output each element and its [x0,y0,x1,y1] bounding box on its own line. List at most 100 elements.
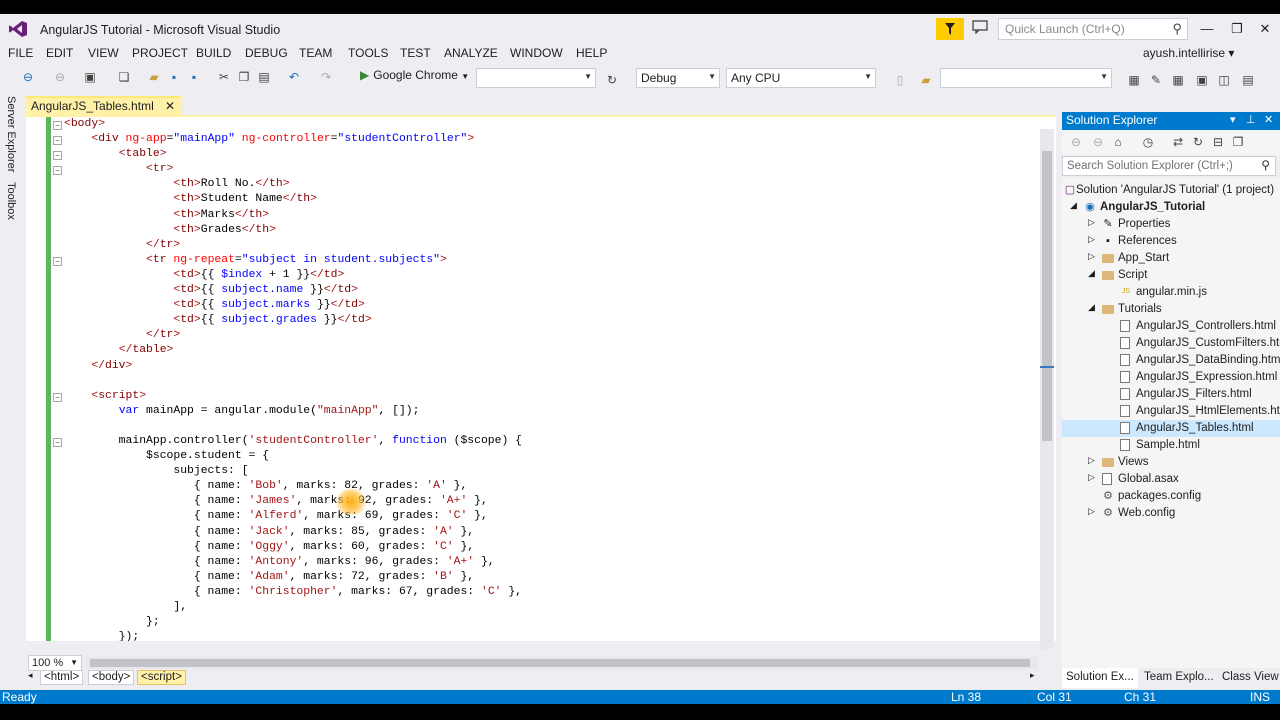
menu-file[interactable]: FILE [8,46,33,60]
collapse-toggle-script[interactable]: − [53,393,62,402]
code-line[interactable]: <tr> [64,162,522,177]
collapse-all-icon[interactable]: ⊟ [1210,134,1226,150]
code-line[interactable]: <td>{{ subject.name }}</td> [64,283,522,298]
tree-item[interactable]: ⚙ packages.config [1062,488,1280,505]
menu-debug[interactable]: DEBUG [245,46,288,60]
solution-explorer-search-input[interactable]: Search Solution Explorer (Ctrl+;) ⚲ [1062,156,1276,176]
code-line[interactable]: <th>Student Name</th> [64,192,522,207]
code-line[interactable]: <div ng-app="mainApp" ng-controller="stu… [64,132,522,147]
collapse-toggle-body[interactable]: − [53,121,62,130]
code-line[interactable]: <script> [64,389,522,404]
code-line[interactable]: </table> [64,343,522,358]
menu-window[interactable]: WINDOW [510,46,563,60]
properties-wrench-icon[interactable]: ✎ [1148,72,1164,88]
menu-test[interactable]: TEST [400,46,431,60]
code-line[interactable]: { name: 'Alferd', marks: 69, grades: 'C'… [64,509,522,524]
redo-icon[interactable]: ↷ [318,69,334,85]
code-line[interactable]: <th>Marks</th> [64,208,522,223]
code-line[interactable]: <td>{{ $index + 1 }}</td> [64,268,522,283]
code-line[interactable]: { name: 'Antony', marks: 96, grades: 'A+… [64,555,522,570]
code-line[interactable]: <th>Grades</th> [64,223,522,238]
tree-item[interactable]: ▷ App_Start [1062,250,1280,267]
tab-team-explorer[interactable]: Team Explo... [1140,668,1218,688]
tree-item[interactable]: Sample.html [1062,437,1280,454]
expand-arrow-icon[interactable]: ▷ [1088,251,1095,262]
new-solution-explorer-icon[interactable]: ▣ [82,69,98,85]
new-project-icon[interactable]: ❏ [116,69,132,85]
tree-item[interactable]: ◢ Tutorials [1062,301,1280,318]
cut-icon[interactable]: ✂ [216,69,232,85]
code-line[interactable]: subjects: [ [64,464,522,479]
collapse-arrow-icon[interactable]: ◢ [1088,268,1095,279]
quick-launch-input[interactable]: Quick Launch (Ctrl+Q) ⚲ [998,18,1188,40]
code-line[interactable]: }; [64,615,522,630]
undo-icon[interactable]: ↶ [286,69,302,85]
code-line[interactable]: $scope.student = { [64,449,522,464]
collapse-arrow-icon[interactable]: ◢ [1088,302,1095,313]
navigate-back-icon[interactable]: ⊖ [20,69,36,85]
tab-class-view[interactable]: Class View [1218,668,1280,688]
tree-item[interactable]: AngularJS_Tables.html [1062,420,1280,437]
collapse-toggle-controller[interactable]: − [53,438,62,447]
breadcrumb-right-arrow-icon[interactable]: ▸ [1030,670,1035,681]
code-line[interactable]: { name: 'Bob', marks: 82, grades: 'A' }, [64,479,522,494]
breadcrumb-script[interactable]: <script> [137,670,186,685]
refresh-icon[interactable]: ↻ [1190,134,1206,150]
tree-item[interactable]: AngularJS_Filters.html [1062,386,1280,403]
zoom-combo[interactable]: 100 % ▼ [28,655,82,671]
feedback-icon[interactable] [972,20,992,38]
code-line[interactable]: { name: 'James', marks: 92, grades: 'A+'… [64,494,522,509]
tree-item[interactable]: ▷ Views [1062,454,1280,471]
server-explorer-tab[interactable]: Server Explorer [5,96,17,172]
code-line[interactable]: ], [64,600,522,615]
tree-item[interactable]: AngularJS_Controllers.html [1062,318,1280,335]
sync-icon[interactable]: ⇄ [1170,134,1186,150]
tree-item[interactable]: ▷ ⚙ Web.config [1062,505,1280,522]
close-window-button[interactable]: ✕ [1250,18,1280,40]
tree-item[interactable]: ▷ ✎ Properties [1062,216,1280,233]
code-line[interactable]: { name: 'Jack', marks: 85, grades: 'A' }… [64,525,522,540]
copy-icon[interactable]: ❐ [236,69,252,85]
code-line[interactable]: <td>{{ subject.grades }}</td> [64,313,522,328]
toolbox-tab[interactable]: Toolbox [5,182,17,220]
browser-link-icon[interactable]: ▦ [1126,72,1142,88]
menu-project[interactable]: PROJECT [132,46,188,60]
code-line[interactable]: </tr> [64,328,522,343]
forward-icon[interactable]: ⊖ [1090,134,1106,150]
tree-item[interactable]: ◢ ◉ AngularJS_Tutorial [1062,199,1280,216]
scrollbar-thumb[interactable] [1042,151,1052,441]
editor-horizontal-scrollbar[interactable] [86,657,1038,669]
expand-arrow-icon[interactable]: ▷ [1088,234,1095,245]
server-explorer-icon[interactable]: ▣ [1194,72,1210,88]
tree-item[interactable]: ▢ Solution 'AngularJS Tutorial' (1 projec… [1062,182,1280,199]
tree-item[interactable]: AngularJS_CustomFilters.html [1062,335,1280,352]
collapse-toggle-tr-repeat[interactable]: − [53,257,62,266]
code-line[interactable]: { name: 'Adam', marks: 72, grades: 'B' }… [64,570,522,585]
restore-button[interactable]: ❐ [1222,18,1252,40]
tab-solution-explorer[interactable]: Solution Ex... [1062,668,1138,688]
tree-item[interactable]: ▷ ▪ References [1062,233,1280,250]
menu-analyze[interactable]: ANALYZE [444,46,498,60]
expand-arrow-icon[interactable]: ▷ [1088,455,1095,466]
menu-edit[interactable]: EDIT [46,46,73,60]
home-icon[interactable]: ⌂ [1110,134,1126,150]
tree-item[interactable]: AngularJS_Expression.html [1062,369,1280,386]
pin-icon[interactable]: ⊥ [1246,113,1256,126]
code-line[interactable]: }); [64,630,522,641]
code-line[interactable]: <body> [64,117,522,132]
user-account[interactable]: ayush.intellirise ▾ [1143,46,1234,60]
open-file-icon[interactable]: ▰ [146,69,162,85]
collapse-arrow-icon[interactable]: ◢ [1070,200,1077,211]
refresh-icon[interactable]: ↻ [604,72,620,88]
platform-combo[interactable]: Any CPU ▼ [726,68,876,88]
tree-item[interactable]: ◢ Script [1062,267,1280,284]
code-line[interactable]: { name: 'Oggy', marks: 60, grades: 'C' }… [64,540,522,555]
code-line[interactable]: </tr> [64,238,522,253]
navigate-forward-icon[interactable]: ⊖ [52,69,68,85]
hscroll-thumb[interactable] [90,659,1030,667]
tree-item[interactable]: ▷ Global.asax [1062,471,1280,488]
minimize-button[interactable]: — [1192,18,1222,40]
editor-vertical-scrollbar[interactable] [1040,129,1054,649]
menu-build[interactable]: BUILD [196,46,231,60]
code-line[interactable]: var mainApp = angular.module("mainApp", … [64,404,522,419]
